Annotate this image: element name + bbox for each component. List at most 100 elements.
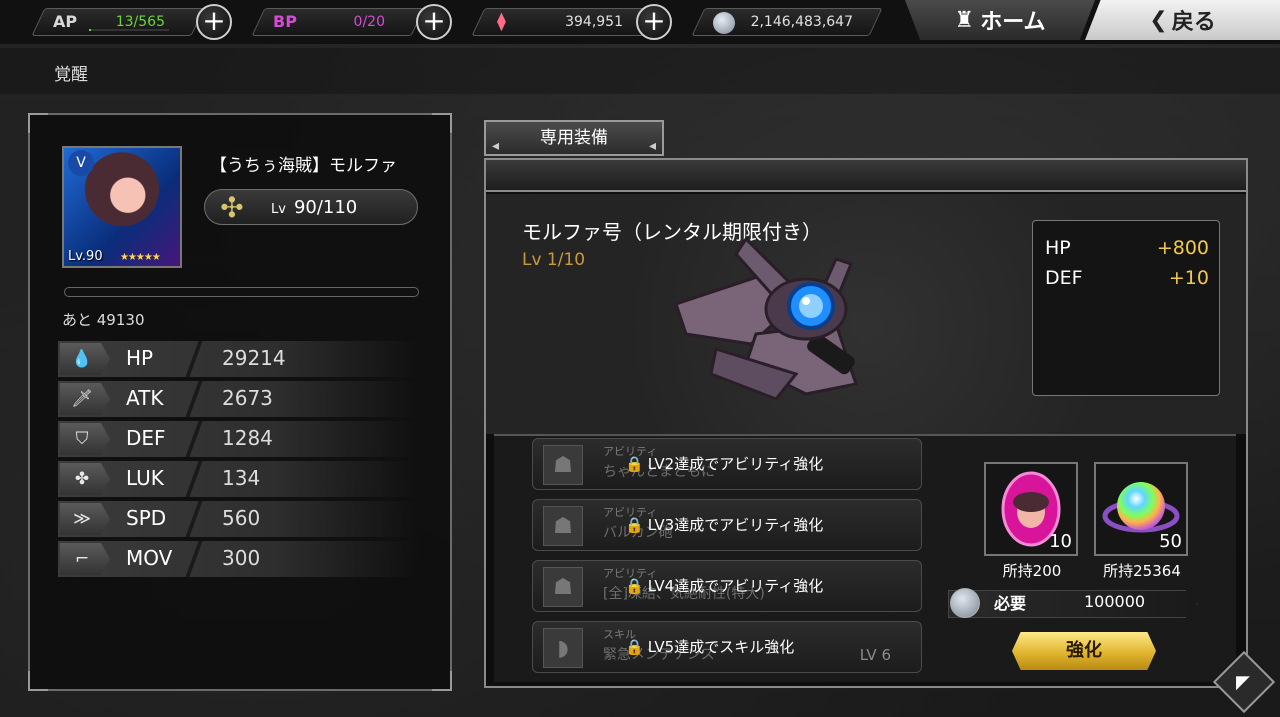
ability-level: LV 6 [859, 646, 891, 664]
divider [185, 461, 203, 497]
ability-area: ☗ アビリティ ちゃんとまともに 🔒 LV2達成でアビリティ強化 ☗ アビリティ バルカン砲 🔒… [494, 434, 1236, 682]
ability-slot[interactable]: ☗ アビリティ バルカン砲 🔒 LV3達成でアビリティ強化 [532, 499, 922, 551]
bp-label: BP [273, 12, 297, 31]
bonus-row-def: DEF +10 [1045, 267, 1209, 289]
gem-add-button[interactable]: + [636, 4, 672, 40]
panel-header-bar [486, 160, 1246, 192]
stat-value: 1284 [222, 426, 273, 450]
bp-add-button[interactable]: + [416, 4, 452, 40]
home-label: ホーム [980, 10, 1046, 35]
gem-value: 394,951 [565, 14, 623, 30]
chevron-left-icon: ❮ [1149, 7, 1168, 33]
divider [185, 381, 203, 417]
castle-icon: ♜ [954, 7, 975, 33]
clover-icon: ✤ [60, 463, 110, 495]
stat-value: 560 [222, 506, 261, 530]
requirement-value: 100000 [1084, 592, 1146, 611]
material-slot[interactable]: 10 [984, 462, 1078, 556]
stat-row-luk: ✤ LUK 134 [58, 461, 418, 497]
stat-value: 300 [222, 546, 261, 570]
equipment-panel: モルファ号（レンタル期限付き） Lv 1/10 HP +800 DEF +10 [484, 158, 1248, 688]
stat-row-atk: 🗡 ATK 2673 [58, 381, 418, 417]
tab-label: 専用装備 [540, 128, 608, 148]
lock-text: LV3達成でアビリティ強化 [647, 516, 824, 534]
stat-label: DEF [126, 426, 166, 450]
level-value: 90/110 [293, 197, 358, 218]
equipment-display: モルファ号（レンタル期限付き） Lv 1/10 HP +800 DEF +10 [486, 194, 1246, 434]
ap-counter: AP 13/565 [31, 8, 205, 36]
lock-icon: 🔒 [625, 577, 644, 595]
lock-icon: 🔒 [625, 638, 644, 656]
lock-text: LV4達成でアビリティ強化 [647, 577, 824, 595]
stat-label: SPD [126, 506, 167, 530]
ap-add-button[interactable]: + [196, 4, 232, 40]
equipment-level: Lv 1/10 [522, 250, 586, 270]
bonus-label: HP [1045, 237, 1071, 259]
bp-value: 0/20 [353, 14, 385, 30]
stat-bonus-box: HP +800 DEF +10 [1032, 220, 1220, 396]
corner-ornament [432, 671, 452, 691]
tab-exclusive-equipment[interactable]: ◂ 専用装備 ◂ [484, 120, 664, 156]
coin-icon [950, 588, 980, 618]
stat-value: 134 [222, 466, 261, 490]
lock-text: LV2達成でアビリティ強化 [647, 455, 824, 473]
stat-value: 2673 [222, 386, 273, 410]
lock-text: LV5達成でスキル強化 [647, 638, 795, 656]
stat-value: 29214 [222, 346, 286, 370]
corner-ornament [28, 671, 48, 691]
exp-bar [64, 287, 419, 297]
divider [185, 421, 203, 457]
lock-notice: 🔒 LV5達成でスキル強化 [625, 636, 794, 657]
material-count: 10 [1049, 531, 1072, 552]
lock-icon: 🔒 [625, 516, 644, 534]
stat-label: HP [126, 346, 154, 370]
ability-slot[interactable]: ☗ アビリティ [全]凍結、気絶耐性(特大) 🔒 LV4達成でアビリティ強化 [532, 560, 922, 612]
gem-counter: ⧫ 394,951 [471, 8, 663, 36]
spaceship-equipment-image [674, 236, 858, 401]
divider [185, 501, 203, 537]
stat-label: LUK [126, 466, 164, 490]
level-box: ✣ Lv 90/110 [204, 189, 418, 225]
back-button[interactable]: ❮ 戻る [1085, 0, 1280, 40]
stat-row-spd: ≫ SPD 560 [58, 501, 418, 537]
ability-icon: ☗ [543, 567, 583, 607]
material-owned: 所持200 [1002, 562, 1062, 580]
stat-label: ATK [126, 386, 164, 410]
bonus-value: +10 [1168, 267, 1209, 289]
character-panel: V Lv.90 ★★★★★ 【うちぅ海賊】モルファ ✣ Lv 90/110 あと … [28, 113, 452, 691]
triangle-icon: ◤ [1236, 672, 1250, 693]
shield-icon: ⛉ [60, 423, 110, 455]
class-v-icon: V [68, 150, 94, 176]
back-label: 戻る [1171, 10, 1216, 35]
rarity-stars: ★★★★★ [120, 252, 161, 263]
home-button[interactable]: ♜ ホーム [905, 0, 1095, 40]
character-portrait[interactable]: V Lv.90 ★★★★★ [62, 146, 182, 268]
boot-icon: ⌐ [60, 543, 110, 575]
ap-label: AP [53, 12, 78, 31]
stat-row-hp: 💧 HP 29214 [58, 341, 418, 377]
coin-counter: 2,146,483,647 [691, 8, 883, 36]
material-owned: 所持25364 [1103, 562, 1181, 580]
ability-icon: ☗ [543, 506, 583, 546]
enhance-button[interactable]: 強化 [1012, 632, 1156, 670]
requirement-box [948, 590, 1198, 618]
stat-label: MOV [126, 546, 173, 570]
ability-slot[interactable]: ☗ アビリティ ちゃんとまともに 🔒 LV2達成でアビリティ強化 [532, 438, 922, 490]
ability-slot[interactable]: ◗ スキル 緊急メンテナンス 🔒 LV5達成でスキル強化 LV 6 [532, 621, 922, 673]
speed-icon: ≫ [60, 503, 110, 535]
exp-remaining: あと 49130 [62, 311, 145, 329]
stat-row-mov: ⌐ MOV 300 [58, 541, 418, 577]
lock-icon: 🔒 [625, 455, 644, 473]
lock-notice: 🔒 LV3達成でアビリティ強化 [625, 514, 823, 535]
ap-value: 13/565 [115, 14, 165, 30]
ability-icon: ☗ [543, 445, 583, 485]
title-band [0, 48, 1280, 94]
sword-icon: 🗡 [60, 383, 110, 415]
requirement-label: 必要 [994, 594, 1027, 613]
level-prefix: Lv [271, 202, 286, 217]
coin-icon [713, 12, 735, 34]
material-slot[interactable]: 50 [1094, 462, 1188, 556]
divider [185, 341, 203, 377]
top-bar: AP 13/565 + BP 0/20 + ⧫ 394,951 + 2,146,… [0, 0, 1280, 44]
page-title: 覚醒 [54, 65, 88, 85]
